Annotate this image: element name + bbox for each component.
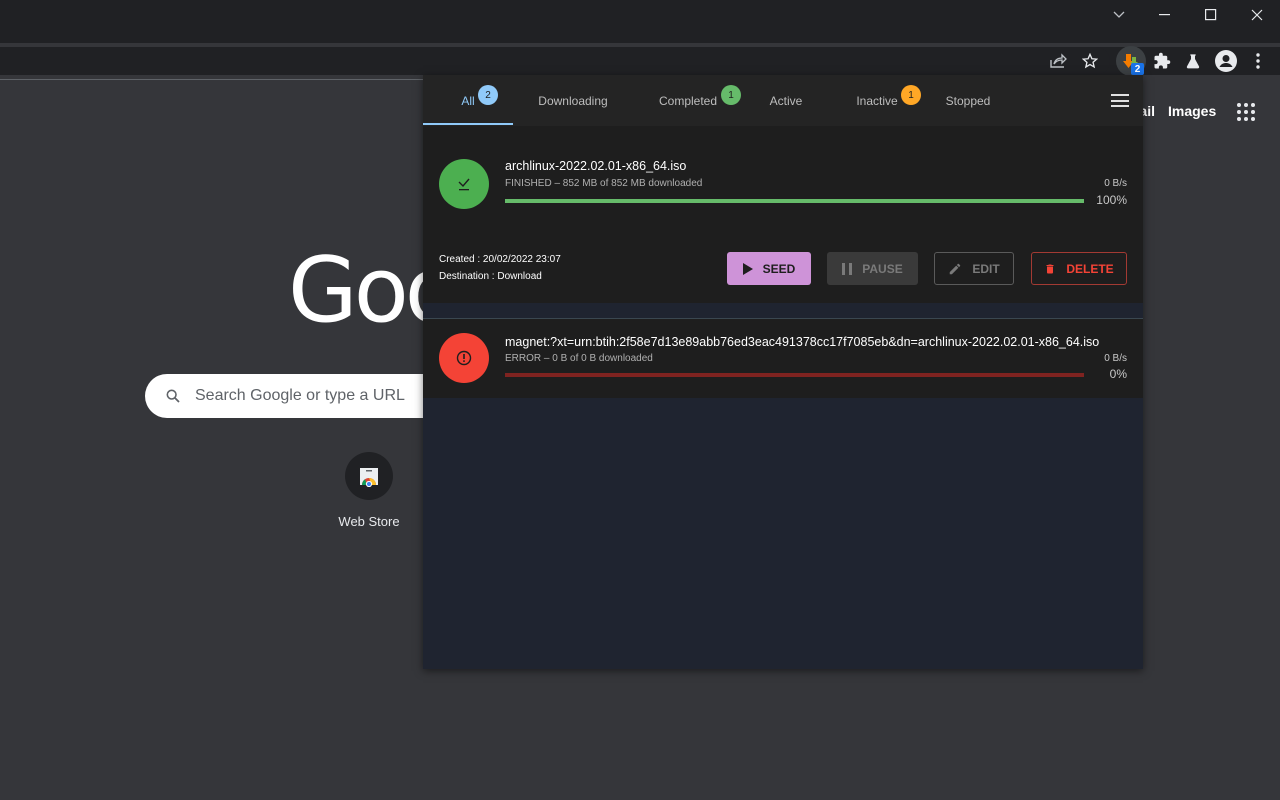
tab-label: All bbox=[461, 93, 475, 108]
tab-inactive-badge: 1 bbox=[901, 85, 921, 105]
ntp-search-box[interactable]: Search Google or type a URL bbox=[145, 374, 465, 418]
close-icon bbox=[1251, 9, 1263, 21]
share-icon bbox=[1050, 53, 1067, 68]
download-speed: 0 B/s bbox=[1104, 353, 1127, 364]
extension-badge: 2 bbox=[1131, 63, 1144, 75]
tab-all-badge: 2 bbox=[478, 85, 498, 105]
edit-label: EDIT bbox=[972, 261, 1000, 276]
share-button[interactable] bbox=[1046, 49, 1070, 73]
labs-button[interactable] bbox=[1181, 49, 1205, 73]
tab-downloading[interactable]: Downloading bbox=[523, 75, 623, 126]
tab-completed[interactable]: Completed bbox=[645, 75, 731, 126]
chevron-down-icon bbox=[1113, 11, 1125, 18]
google-apps-button[interactable] bbox=[1237, 103, 1255, 121]
tab-label: Active bbox=[769, 93, 803, 108]
status-finished-indicator bbox=[439, 159, 489, 209]
tab-label: Completed bbox=[658, 93, 718, 108]
destination: Destination : Download bbox=[439, 271, 542, 282]
images-link[interactable]: Images bbox=[1168, 103, 1216, 119]
tab-stopped[interactable]: Stopped bbox=[933, 75, 1003, 126]
hamburger-menu-icon[interactable] bbox=[1111, 94, 1129, 107]
tab-label: Inactive bbox=[856, 93, 898, 108]
download-name: archlinux-2022.02.01-x86_64.iso bbox=[505, 159, 687, 173]
minimize-icon bbox=[1159, 14, 1170, 16]
download-name: magnet:?xt=urn:btih:2f58e7d13e89abb76ed3… bbox=[505, 335, 1100, 349]
pause-icon bbox=[842, 262, 853, 275]
tab-completed-badge: 1 bbox=[721, 85, 741, 105]
tab-all[interactable]: All bbox=[423, 75, 513, 126]
filter-tabs: All 2 Downloading Completed 1 Active Ina… bbox=[423, 75, 1143, 126]
download-percent: 0% bbox=[1109, 367, 1127, 381]
more-vert-icon bbox=[1256, 53, 1260, 69]
bookmark-button[interactable] bbox=[1078, 49, 1102, 73]
extensions-button[interactable] bbox=[1150, 49, 1174, 73]
download-done-icon bbox=[458, 178, 470, 191]
profile-button[interactable] bbox=[1214, 49, 1238, 73]
download-status: ERROR – 0 B of 0 B downloaded bbox=[505, 353, 653, 364]
seed-button[interactable]: SEED bbox=[727, 252, 811, 285]
avatar-icon bbox=[1215, 50, 1237, 72]
search-icon bbox=[166, 389, 180, 403]
active-tab-indicator bbox=[423, 123, 513, 125]
tab-search-button[interactable] bbox=[1104, 4, 1134, 26]
maximize-button[interactable] bbox=[1196, 4, 1226, 26]
download-speed: 0 B/s bbox=[1104, 178, 1127, 189]
shortcut-web-store[interactable]: Web Store bbox=[338, 452, 400, 529]
tab-inactive[interactable]: Inactive bbox=[843, 75, 911, 126]
menu-button[interactable] bbox=[1246, 49, 1270, 73]
shortcut-label: Web Store bbox=[338, 514, 400, 529]
delete-button[interactable]: DELETE bbox=[1031, 252, 1127, 285]
pause-button[interactable]: PAUSE bbox=[827, 252, 918, 285]
error-icon bbox=[456, 350, 472, 366]
shortcut-icon-circle bbox=[345, 452, 393, 500]
flask-icon bbox=[1186, 54, 1200, 69]
pencil-icon bbox=[950, 263, 961, 274]
download-item[interactable]: magnet:?xt=urn:btih:2f58e7d13e89abb76ed3… bbox=[423, 318, 1143, 398]
puzzle-icon bbox=[1154, 52, 1171, 69]
toolbar-border bbox=[0, 79, 423, 80]
title-bar bbox=[0, 0, 1280, 43]
delete-label: DELETE bbox=[1066, 261, 1114, 276]
search-placeholder: Search Google or type a URL bbox=[195, 387, 405, 404]
status-error-indicator bbox=[439, 333, 489, 383]
web-store-icon bbox=[360, 468, 378, 487]
tab-label: Downloading bbox=[538, 93, 608, 108]
created-date: Created : 20/02/2022 23:07 bbox=[439, 254, 561, 265]
progress-track bbox=[505, 373, 1084, 377]
trash-icon bbox=[1046, 264, 1054, 273]
tab-label: Stopped bbox=[945, 93, 991, 108]
progress-track bbox=[505, 199, 1084, 203]
edit-button[interactable]: EDIT bbox=[934, 252, 1014, 285]
play-icon bbox=[742, 262, 753, 275]
close-button[interactable] bbox=[1242, 4, 1272, 26]
pause-label: PAUSE bbox=[862, 261, 903, 276]
progress-fill bbox=[505, 199, 1084, 203]
maximize-icon bbox=[1205, 9, 1217, 21]
minimize-button[interactable] bbox=[1150, 4, 1180, 26]
star-icon bbox=[1082, 53, 1098, 69]
download-item[interactable]: archlinux-2022.02.01-x86_64.iso FINISHED… bbox=[423, 126, 1143, 303]
omnibox[interactable] bbox=[0, 47, 1110, 75]
download-percent: 100% bbox=[1096, 193, 1127, 207]
download-status: FINISHED – 852 MB of 852 MB downloaded bbox=[505, 178, 703, 189]
seed-label: SEED bbox=[762, 261, 796, 276]
download-manager-popup: All 2 Downloading Completed 1 Active Ina… bbox=[423, 75, 1143, 669]
tab-active[interactable]: Active bbox=[753, 75, 819, 126]
